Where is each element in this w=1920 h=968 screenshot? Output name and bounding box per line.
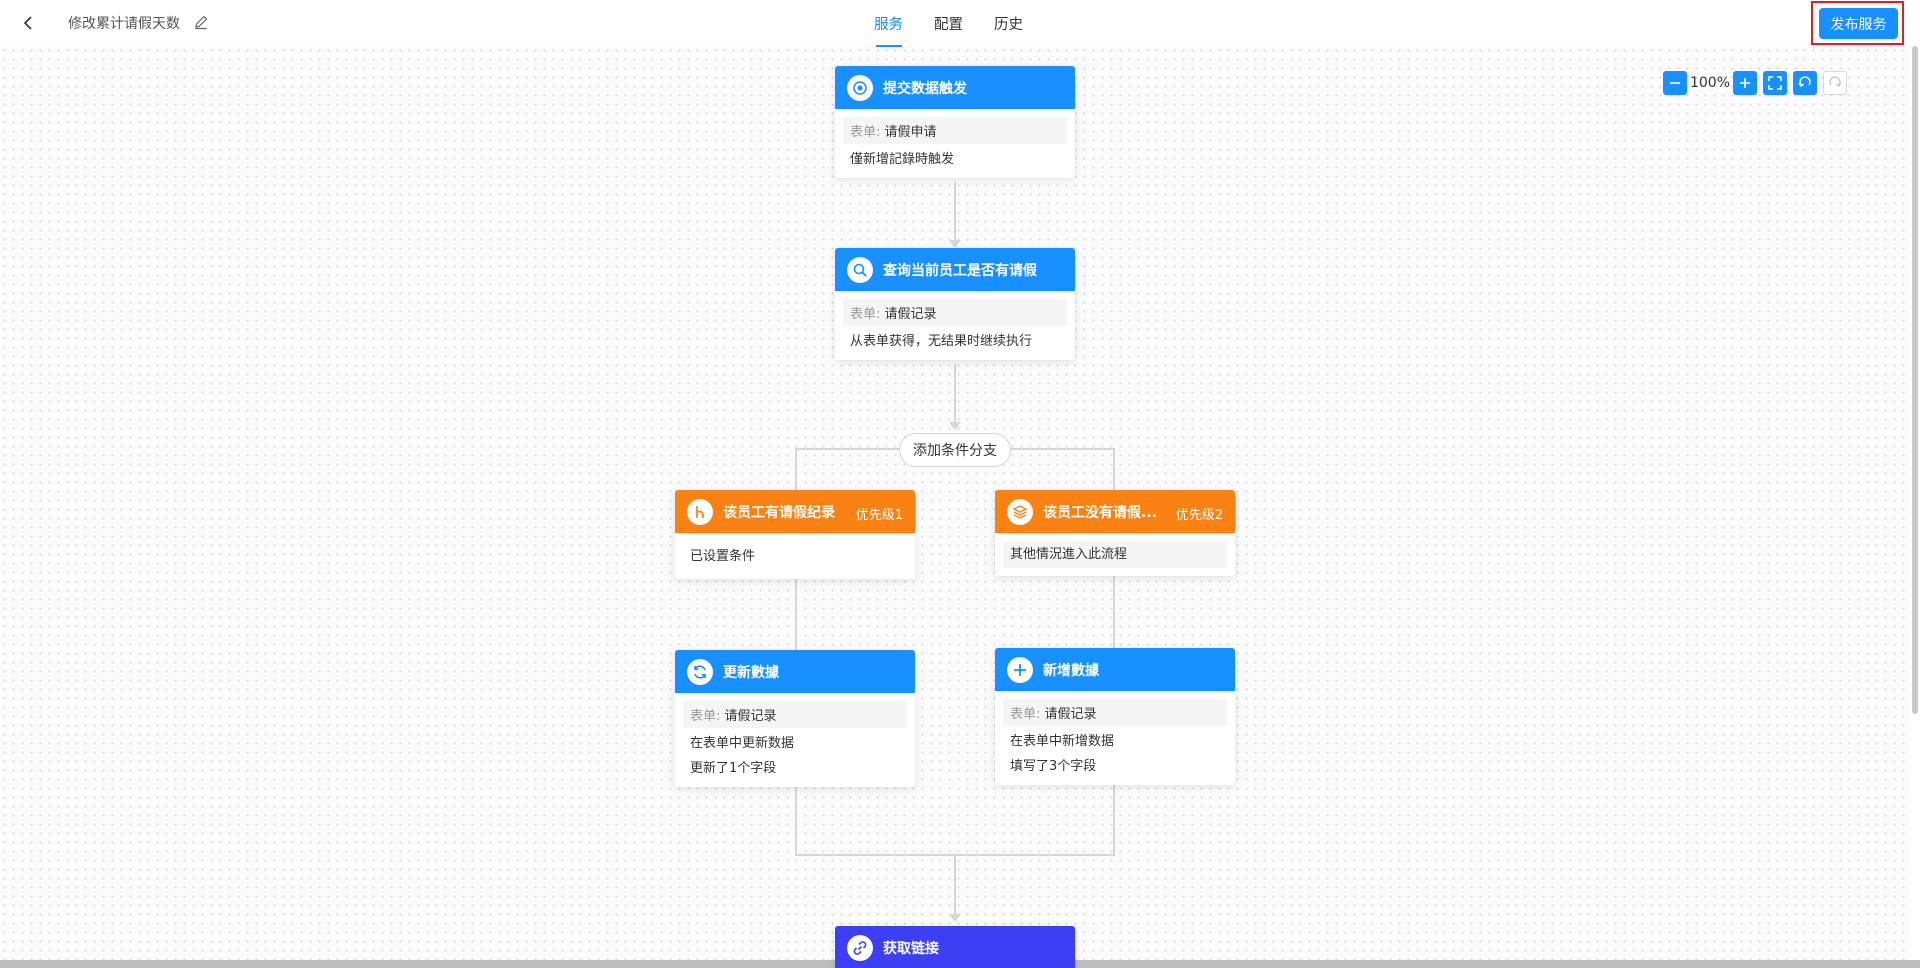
condition-node-has-leave[interactable]: 该员工有请假纪录 优先级1 已设置条件: [675, 490, 915, 579]
node-header: 更新數據: [675, 650, 915, 693]
get-link-node[interactable]: 获取链接: [835, 926, 1075, 968]
tab-service[interactable]: 服务: [874, 0, 903, 46]
node-title: 查询当前员工是否有请假: [883, 262, 1037, 279]
refresh-icon: [687, 658, 713, 685]
top-bar: 修改累计请假天数 服务 配置 历史 发布服务: [0, 0, 1920, 46]
query-node[interactable]: 查询当前员工是否有请假 表单: 请假记录 从表单获得，无结果时继续执行: [835, 248, 1075, 360]
plus-icon: [1007, 656, 1033, 683]
node-body: 表单: 请假记录 在表单中新增数据 填写了3个字段: [995, 691, 1235, 785]
node-title: 该员工没有请假...: [1043, 504, 1157, 521]
node-title: 获取链接: [883, 940, 939, 957]
main-tabs: 服务 配置 历史: [874, 0, 1054, 46]
node-header: 提交数据触发: [835, 66, 1075, 109]
form-row: 表单: 请假记录: [683, 701, 907, 728]
connector: [954, 182, 956, 242]
connector-arrow: [949, 422, 961, 430]
node-description: 已设置条件: [690, 549, 756, 564]
redo-icon: [1829, 76, 1842, 88]
node-header: 该员工没有请假... 优先级2: [995, 490, 1235, 533]
undo-button[interactable]: [1793, 71, 1817, 95]
node-body: 表单: 请假申请 僅新增記錄時触发: [835, 109, 1075, 178]
redo-button[interactable]: [1823, 71, 1847, 95]
node-title: 提交数据触发: [883, 80, 967, 97]
priority-label: 优先级2: [1175, 508, 1223, 523]
node-title: 新增數據: [1043, 662, 1099, 679]
node-description: 从表单获得，无结果时继续执行: [850, 334, 1033, 349]
priority-label: 优先级1: [855, 508, 903, 523]
search-icon: [847, 256, 873, 283]
update-data-node[interactable]: 更新數據 表单: 请假记录 在表单中更新数据 更新了1个字段: [675, 650, 915, 787]
node-header: 该员工有请假纪录 优先级1: [675, 490, 915, 533]
node-body: 表单: 请假记录 在表单中更新数据 更新了1个字段: [675, 693, 915, 787]
node-title: 更新數據: [723, 664, 779, 681]
node-field-count: 更新了1个字段: [690, 761, 777, 776]
add-condition-branch-button[interactable]: 添加条件分支: [899, 433, 1011, 467]
undo-icon: [1798, 76, 1811, 88]
zoom-level: 100%: [1689, 75, 1731, 91]
connector: [954, 856, 956, 920]
node-header: 新增數據: [995, 648, 1235, 691]
zoom-out-button[interactable]: [1663, 71, 1687, 95]
tab-config[interactable]: 配置: [934, 0, 963, 46]
minus-icon: [1670, 82, 1680, 84]
node-description: 在表单中更新数据: [690, 736, 795, 751]
fit-screen-button[interactable]: [1763, 71, 1787, 95]
trigger-node[interactable]: 提交数据触发 表单: 请假申请 僅新增記錄時触发: [835, 66, 1075, 178]
create-data-node[interactable]: 新增數據 表单: 请假记录 在表单中新增数据 填写了3个字段: [995, 648, 1235, 785]
node-header: 获取链接: [835, 926, 1075, 968]
service-title: 修改累计请假天数: [68, 16, 180, 32]
target-icon: [847, 74, 873, 101]
node-body: 其他情況進入此流程: [995, 533, 1235, 576]
node-body: 表单: 请假记录 从表单获得，无结果时继续执行: [835, 291, 1075, 360]
vertical-scrollbar-thumb[interactable]: [1912, 46, 1918, 714]
zoom-in-button[interactable]: [1733, 71, 1757, 95]
form-row: 表单: 请假记录: [1003, 699, 1227, 726]
form-row: 表单: 请假申请: [843, 117, 1067, 144]
link-icon: [847, 934, 873, 961]
node-title: 该员工有请假纪录: [723, 504, 835, 521]
tab-history[interactable]: 历史: [994, 0, 1023, 46]
node-description: 其他情況進入此流程: [1003, 541, 1227, 568]
back-arrow-icon[interactable]: [18, 12, 40, 34]
connector: [954, 364, 956, 424]
node-description: 在表单中新增数据: [1010, 734, 1115, 749]
publish-highlight-box: 发布服务: [1811, 1, 1904, 45]
edit-pencil-icon[interactable]: [193, 14, 209, 30]
publish-service-button[interactable]: 发布服务: [1819, 8, 1898, 39]
node-description: 僅新增記錄時触发: [850, 152, 955, 167]
connector-arrow: [949, 914, 961, 922]
condition-node-no-leave[interactable]: 该员工没有请假... 优先级2 其他情況進入此流程: [995, 490, 1235, 576]
plus-icon: [1740, 78, 1750, 88]
fullscreen-icon: [1768, 76, 1782, 90]
layers-icon: [1007, 498, 1033, 525]
form-row: 表单: 请假记录: [843, 299, 1067, 326]
vertical-scrollbar[interactable]: [1910, 46, 1920, 960]
zoom-controls: 100%: [1663, 71, 1847, 95]
node-header: 查询当前员工是否有请假: [835, 248, 1075, 291]
branch-icon: [687, 498, 713, 525]
node-field-count: 填写了3个字段: [1010, 759, 1097, 774]
connector-arrow: [949, 240, 961, 248]
node-body: 已设置条件: [675, 533, 915, 579]
